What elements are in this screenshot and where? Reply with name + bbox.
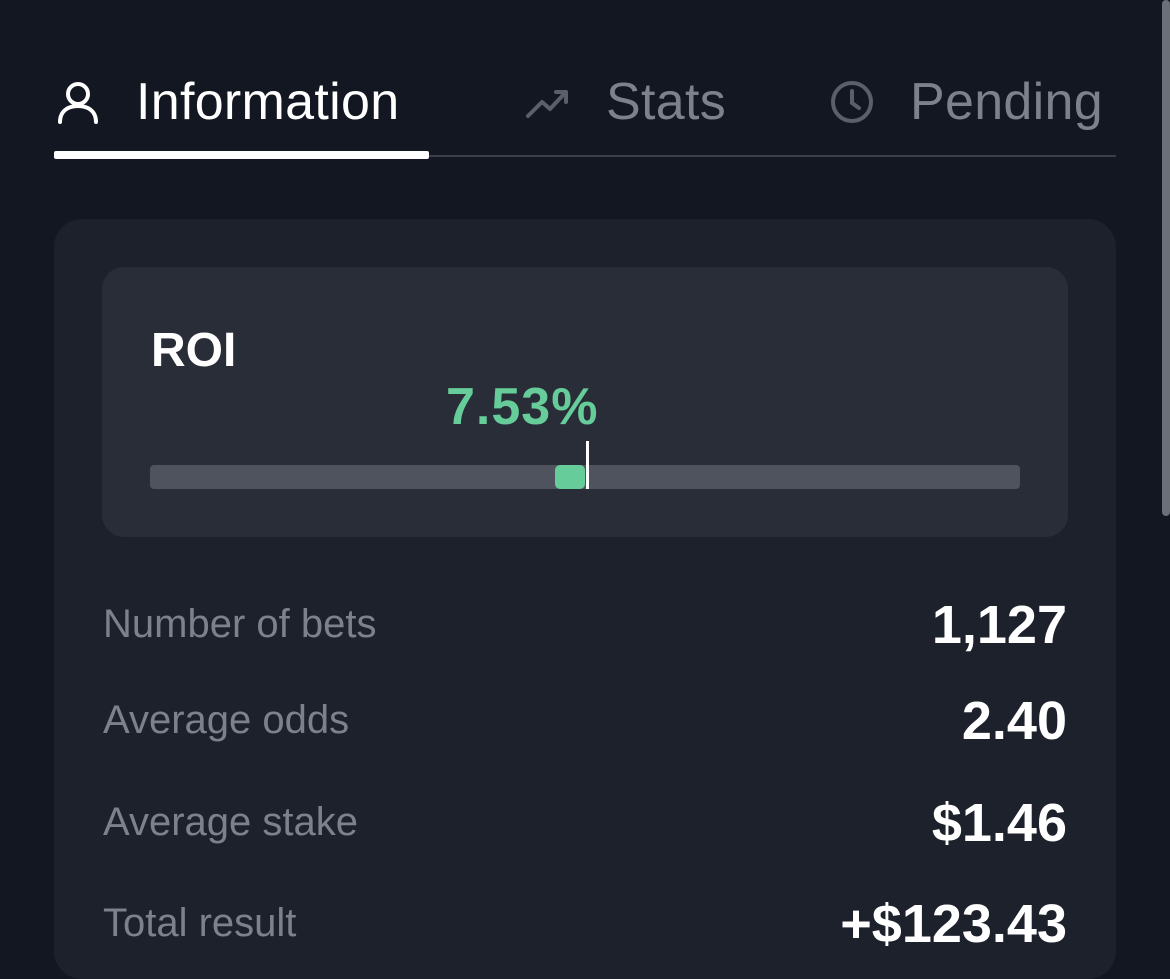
stat-row-number-of-bets: Number of bets 1,127 xyxy=(103,594,1067,655)
trending-up-icon xyxy=(524,78,572,126)
stat-value: $1.46 xyxy=(931,793,1067,853)
active-tab-indicator xyxy=(54,151,429,159)
stat-value: 2.40 xyxy=(961,691,1067,751)
roi-title: ROI xyxy=(151,324,237,377)
tab-information-label: Information xyxy=(136,73,400,131)
tab-stats[interactable]: Stats xyxy=(524,52,726,152)
stat-row-total-result: Total result +$123.43 xyxy=(103,893,1067,954)
roi-value: 7.53% xyxy=(446,378,599,436)
user-icon xyxy=(54,78,102,126)
stat-value: 1,127 xyxy=(931,595,1067,655)
roi-panel: ROI 7.53% xyxy=(102,267,1068,537)
stat-label: Average odds xyxy=(103,698,350,742)
tab-pending-label: Pending xyxy=(910,73,1103,131)
stat-value: +$123.43 xyxy=(840,894,1067,954)
stat-label: Average stake xyxy=(103,800,358,844)
information-card: ROI 7.53% Number of bets 1,127 Average o… xyxy=(54,219,1116,979)
stat-row-average-odds: Average odds 2.40 xyxy=(103,690,1067,751)
stat-row-average-stake: Average stake $1.46 xyxy=(103,792,1067,853)
tab-stats-label: Stats xyxy=(606,73,726,131)
roi-bar-fill xyxy=(555,465,585,489)
roi-bar-track xyxy=(150,441,1020,489)
roi-center-marker xyxy=(586,441,589,489)
stat-label: Total result xyxy=(103,901,297,945)
scrollbar[interactable] xyxy=(1162,0,1170,516)
stat-label: Number of bets xyxy=(103,602,377,646)
clock-icon xyxy=(828,78,876,126)
tab-information[interactable]: Information xyxy=(54,52,429,159)
tab-bar: Information Stats Pending xyxy=(54,52,1116,159)
tab-pending[interactable]: Pending xyxy=(828,52,1103,152)
